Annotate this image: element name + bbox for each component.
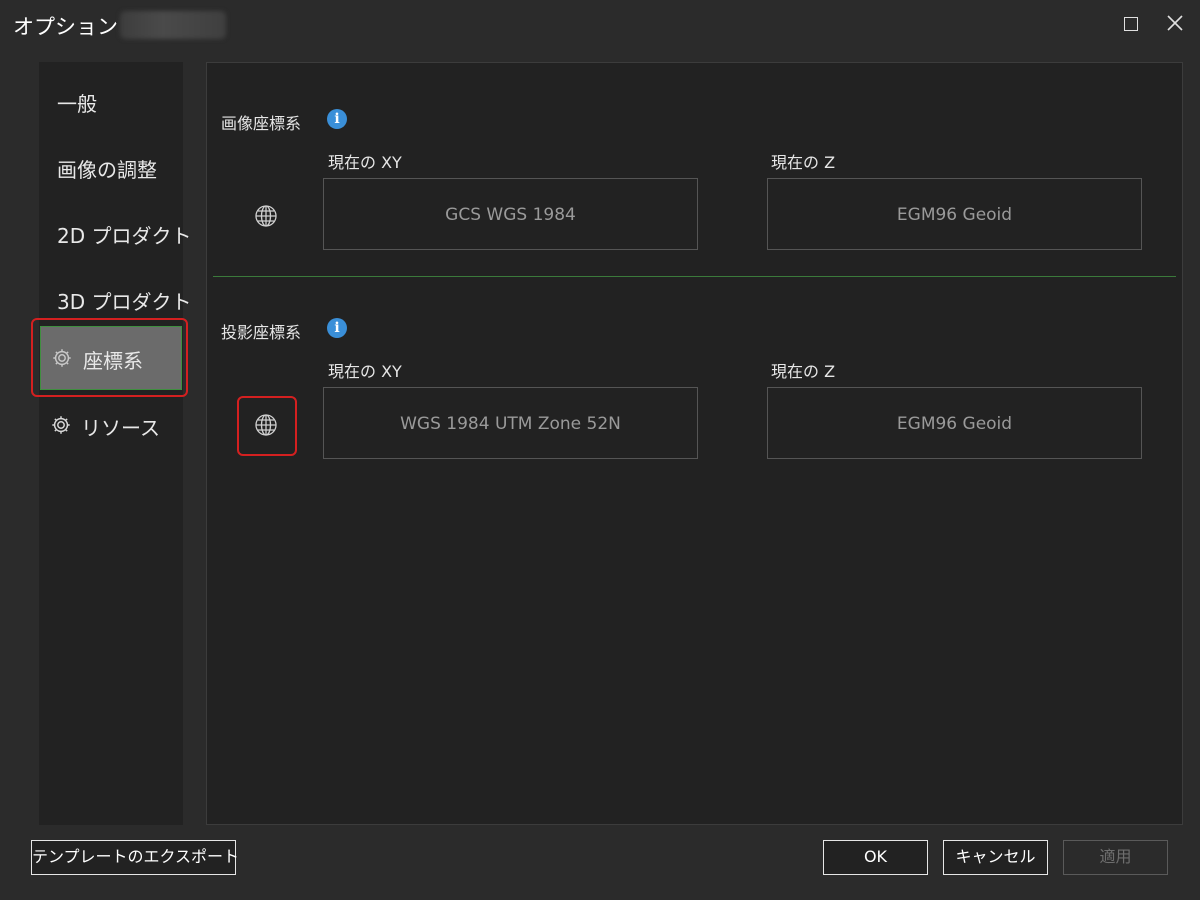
close-icon [1167,15,1183,31]
sidebar-item-resources[interactable]: リソース [39,399,183,451]
projected-crs-xy-field: WGS 1984 UTM Zone 52N [323,387,698,459]
image-crs-xy-field: GCS WGS 1984 [323,178,698,250]
options-dialog: オプション - 一般 画像の調整 2D プロダクト 3D プロダクト 座標系 リ… [0,0,1200,900]
sidebar-item-image-adjust[interactable]: 画像の調整 [39,141,183,193]
export-template-button[interactable]: テンプレートのエクスポート [31,840,239,875]
apply-button[interactable]: 適用 [1063,840,1168,875]
globe-icon[interactable] [254,204,278,228]
globe-highlight [237,396,297,456]
info-icon[interactable]: i [327,318,347,338]
ok-button[interactable]: OK [823,840,928,875]
close-button[interactable] [1155,6,1195,42]
image-crs-title: 画像座標系 [221,114,302,133]
image-crs-z-field: EGM96 Geoid [767,178,1142,250]
sidebar-item-label: リソース [81,416,160,440]
sidebar-item-2d-products[interactable]: 2D プロダクト [39,207,191,259]
projected-crs-xy-label: 現在の XY [328,362,402,381]
image-crs-z-label: 現在の Z [771,153,836,172]
cancel-button[interactable]: キャンセル [943,840,1048,875]
sidebar-nav: 一般 画像の調整 2D プロダクト 3D プロダクト 座標系 リソース [39,62,191,825]
projected-crs-title: 投影座標系 [221,323,302,342]
sidebar-item-general[interactable]: 一般 [39,75,183,127]
gear-icon [52,416,70,434]
info-icon[interactable]: i [327,109,347,129]
maximize-button[interactable] [1111,6,1151,42]
section-divider [213,276,1176,277]
sidebar-item-label: 画像の調整 [57,158,157,182]
sidebar-item-label: 一般 [57,92,97,116]
sidebar-item-label: 3D プロダクト [57,290,192,314]
projected-crs-z-field: EGM96 Geoid [767,387,1142,459]
selection-highlight [31,318,188,397]
maximize-icon [1124,17,1138,31]
title-bar: オプション - [0,0,1200,48]
blurred-title-suffix [120,11,226,39]
sidebar-item-label: 2D プロダクト [57,224,192,248]
projected-crs-z-label: 現在の Z [771,362,836,381]
window-title: オプション - [13,15,133,39]
image-crs-xy-label: 現在の XY [328,153,402,172]
